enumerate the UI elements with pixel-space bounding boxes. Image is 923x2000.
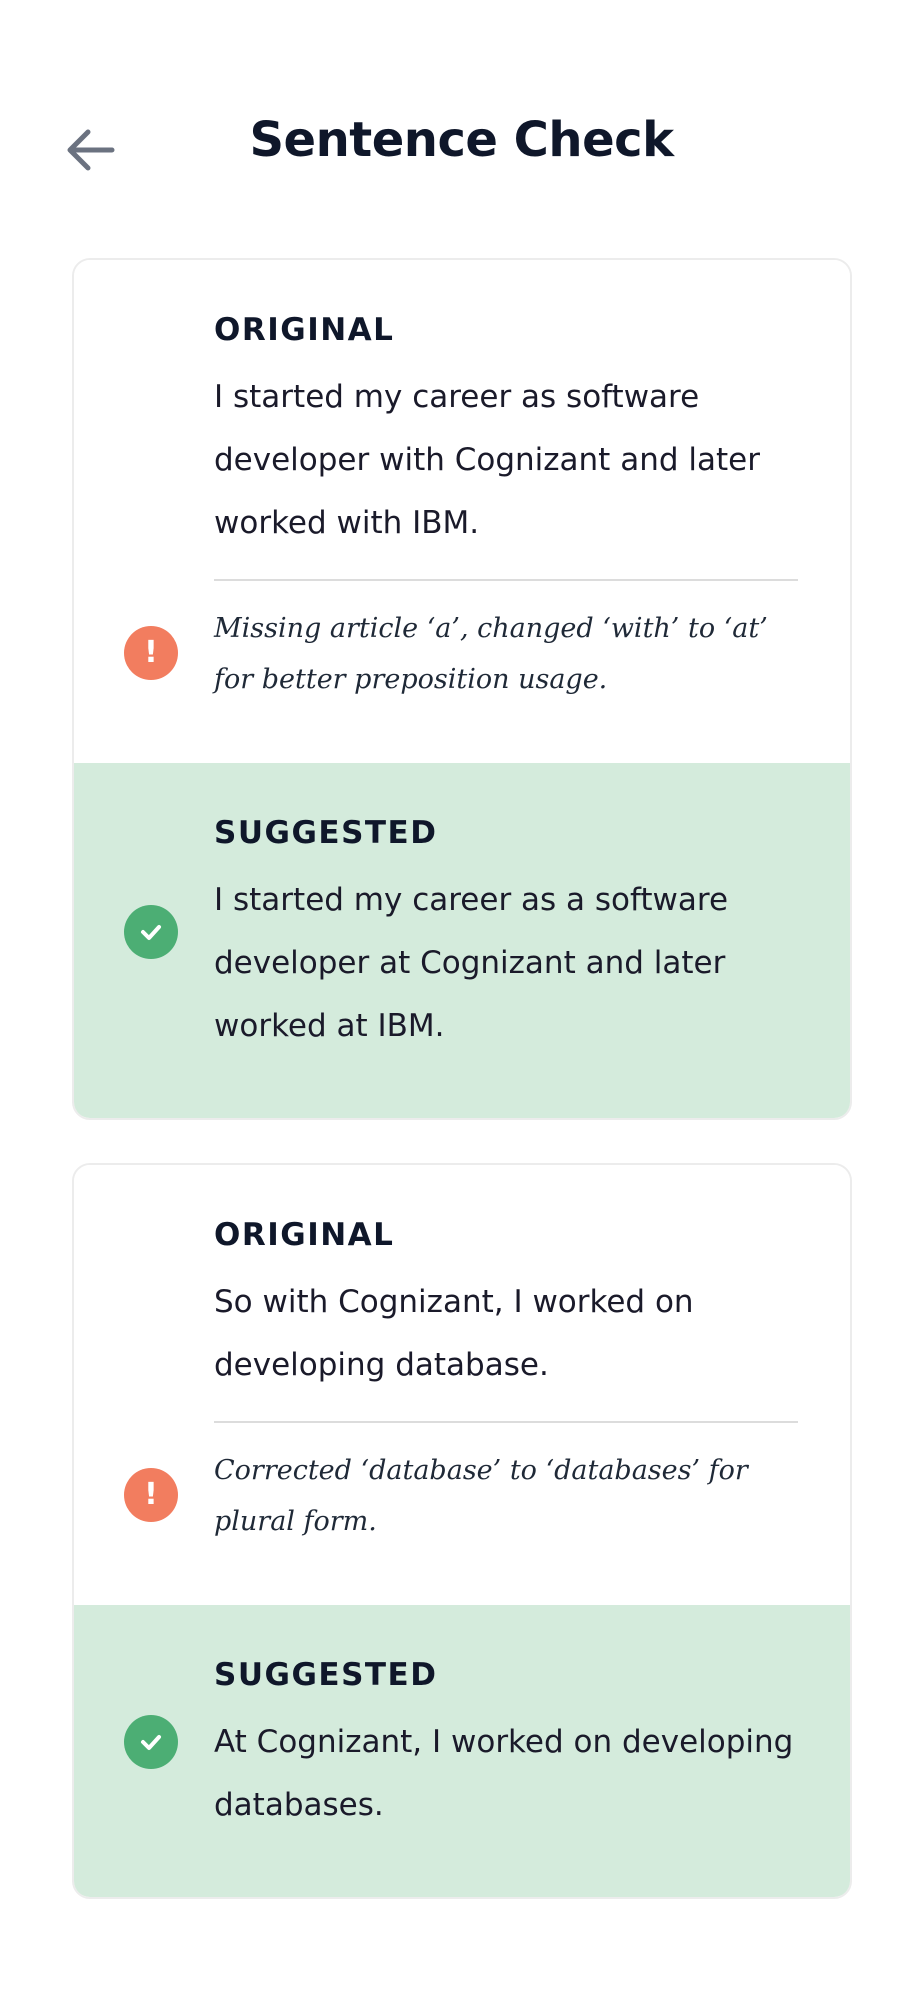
page-title: Sentence Check (249, 112, 674, 168)
check-circle-icon (124, 905, 178, 959)
original-text: I started my career as software develope… (214, 379, 760, 541)
original-section: ORIGINAL I started my career as software… (74, 260, 850, 763)
suggested-text-wrap: I started my career as a software develo… (124, 869, 798, 1058)
suggested-text: I started my career as a software develo… (214, 882, 729, 1044)
suggested-label: SUGGESTED (214, 815, 438, 851)
sentence-check-card: ORIGINAL I started my career as software… (72, 258, 852, 1120)
suggested-label: SUGGESTED (214, 1657, 438, 1693)
original-section: ORIGINAL So with Cognizant, I worked on … (74, 1165, 850, 1605)
suggested-section: SUGGESTED I started my career as a softw… (74, 763, 850, 1118)
correction-note: Missing article ‘a’, changed ‘with’ to ‘… (214, 613, 768, 695)
original-label: ORIGINAL (214, 312, 395, 348)
suggested-section: SUGGESTED At Cognizant, I worked on deve… (74, 1605, 850, 1897)
warning-icon: ! (124, 626, 178, 680)
divider (214, 1421, 798, 1423)
correction-note: Corrected ‘database’ to ‘databases’ for … (214, 1455, 748, 1537)
check-circle-icon (124, 1715, 178, 1769)
suggested-text-wrap: At Cognizant, I worked on developing dat… (124, 1711, 798, 1837)
divider (214, 579, 798, 581)
header: Sentence Check (0, 0, 923, 300)
note-row: ! Missing article ‘a’, changed ‘with’ to… (124, 603, 798, 705)
warning-icon: ! (124, 1468, 178, 1522)
sentence-check-card: ORIGINAL So with Cognizant, I worked on … (72, 1163, 852, 1899)
note-row: ! Corrected ‘database’ to ‘databases’ fo… (124, 1445, 798, 1547)
original-label: ORIGINAL (214, 1217, 395, 1253)
suggested-text: At Cognizant, I worked on developing dat… (214, 1724, 794, 1823)
original-text: So with Cognizant, I worked on developin… (214, 1284, 694, 1383)
